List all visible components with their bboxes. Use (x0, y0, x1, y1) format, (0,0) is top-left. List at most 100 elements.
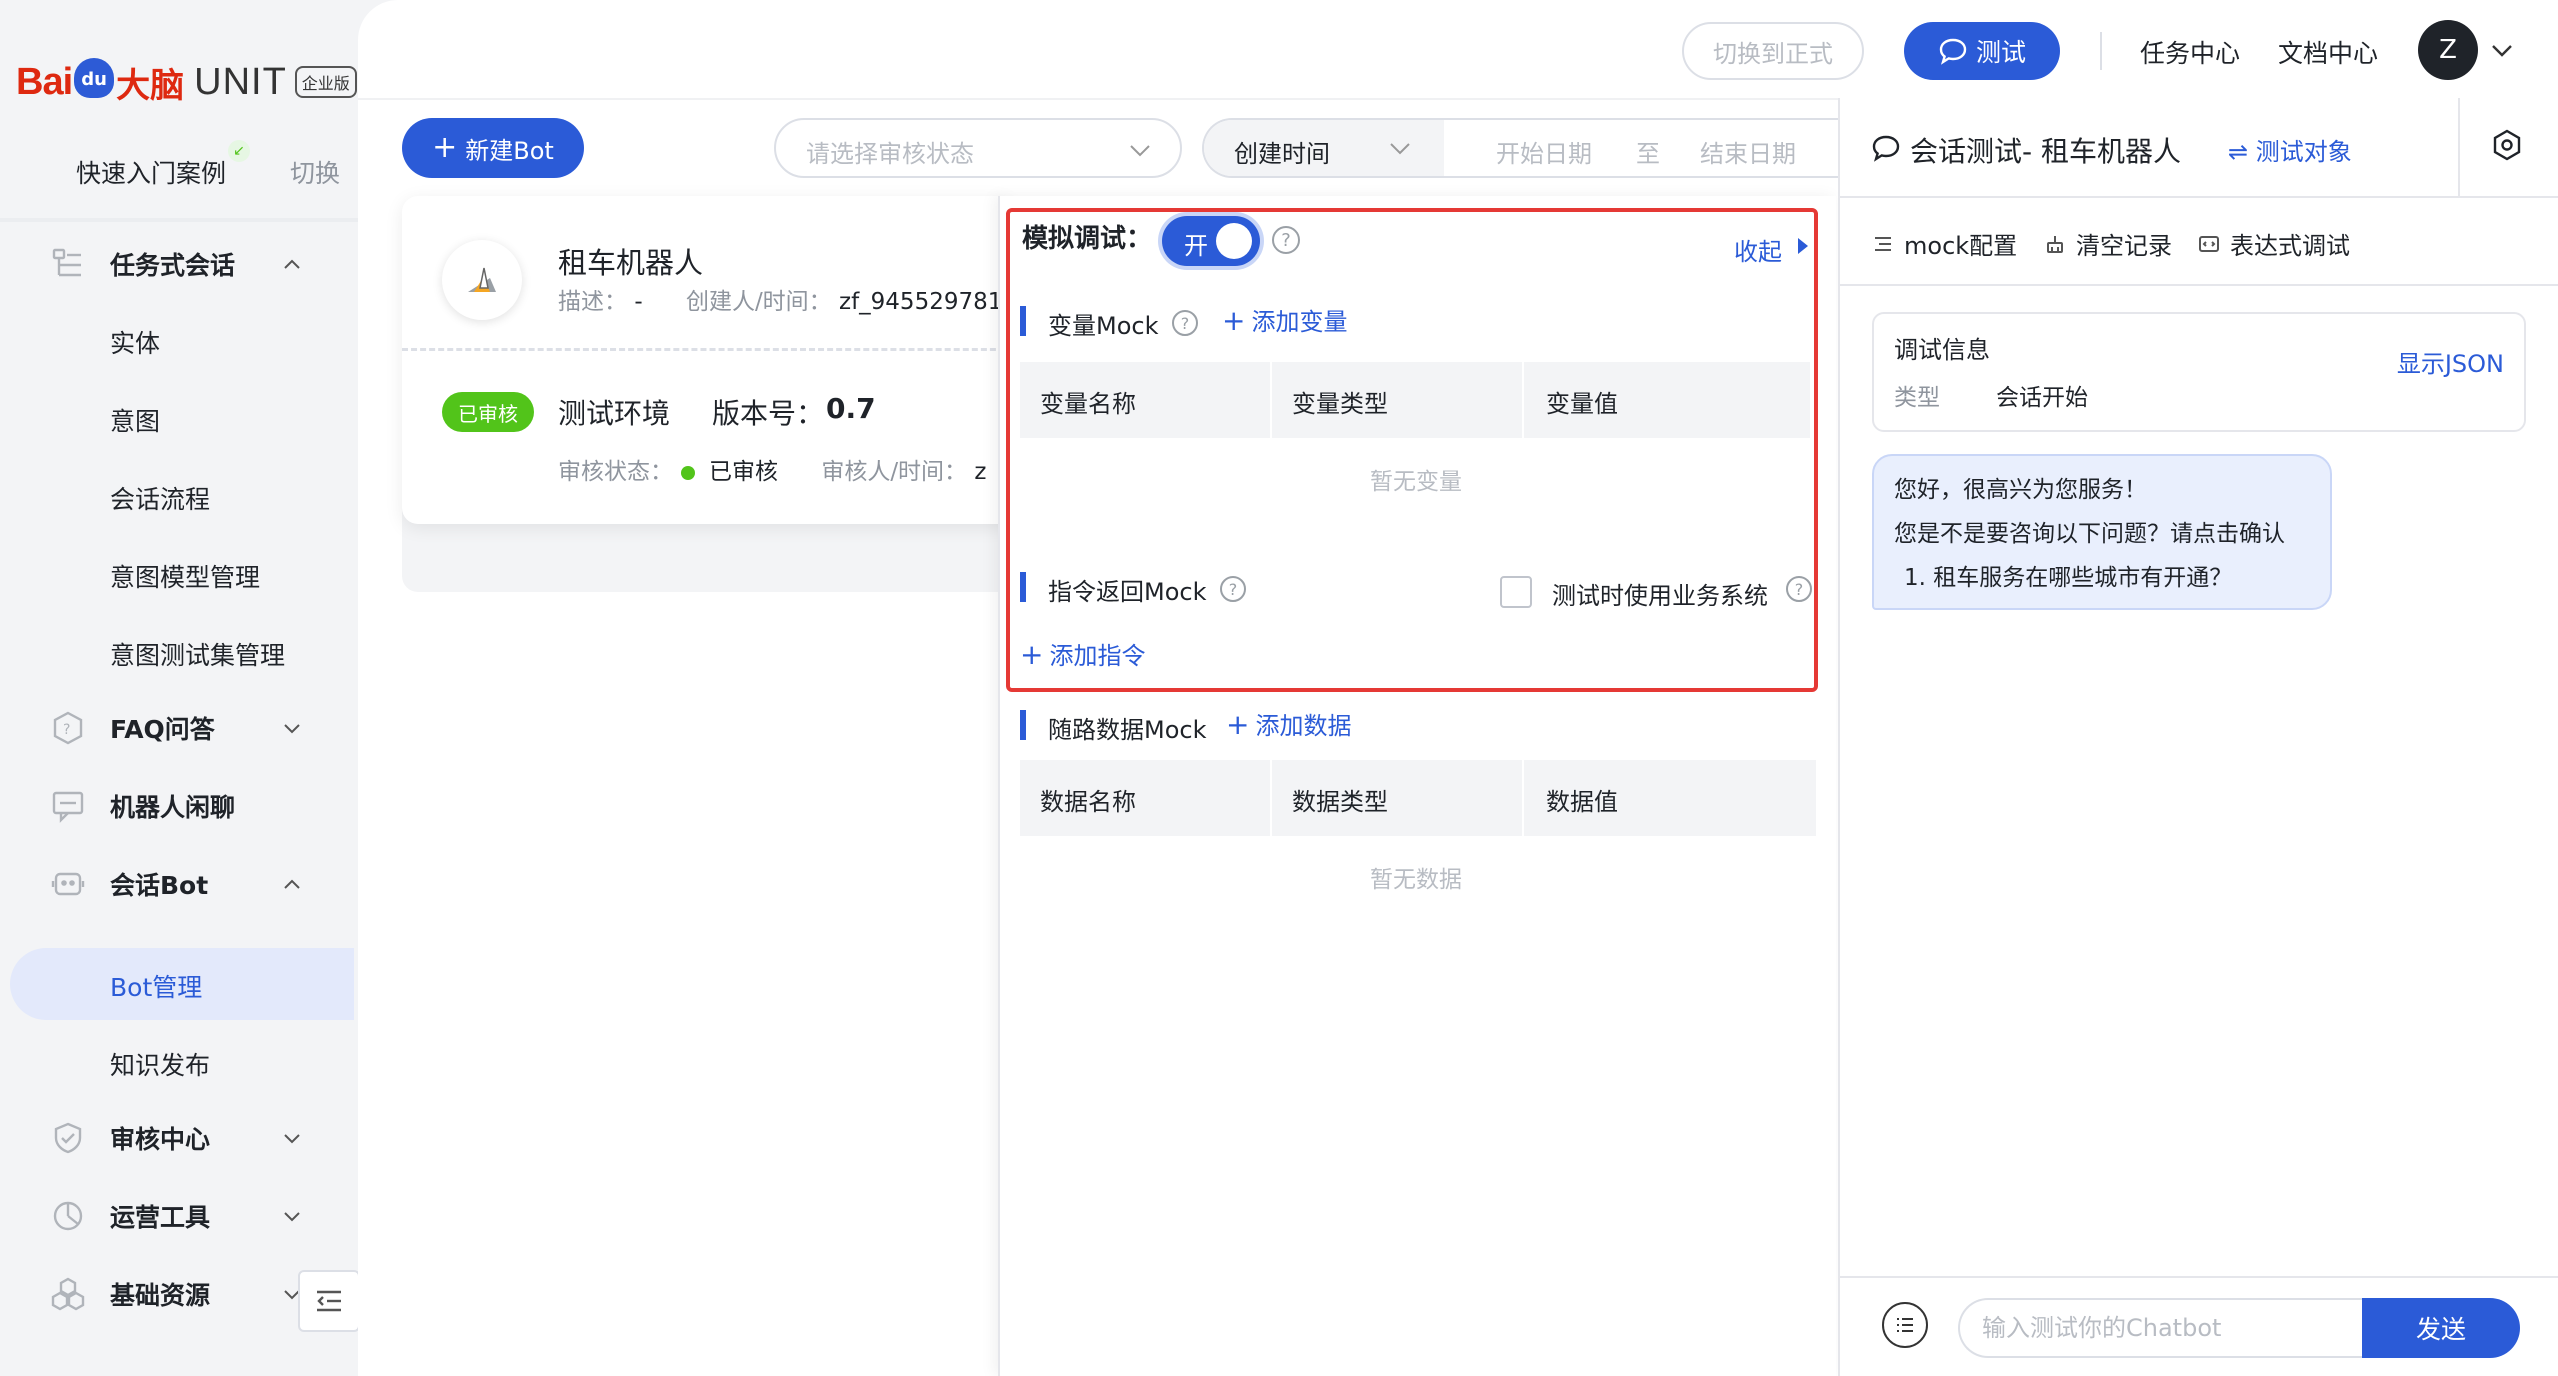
menu-intent-model[interactable]: 意图模型管理 (110, 558, 260, 594)
menu-entity[interactable]: 实体 (110, 324, 160, 360)
help-icon[interactable]: ? (1220, 576, 1246, 602)
expression-debug-button[interactable]: 表达式调试 (2198, 226, 2350, 261)
shield-icon (50, 1120, 86, 1156)
add-command-link[interactable]: + 添加指令 (1020, 636, 1145, 671)
date-range-filter: 创建时间 开始日期 至 结束日期 (1202, 118, 1842, 178)
chevron-up-icon (284, 259, 300, 269)
user-avatar[interactable]: Z (2418, 20, 2478, 80)
menu-label: 会话Bot (110, 871, 209, 900)
mock-debug-toggle[interactable]: 开 (1162, 216, 1260, 266)
card-divider (402, 348, 1014, 351)
menu-label: 运营工具 (110, 1203, 211, 1232)
section-marker (1020, 710, 1026, 740)
review-status-value: 已审核 (709, 459, 778, 485)
settings-icon[interactable] (2490, 128, 2524, 162)
end-date-input[interactable]: 结束日期 (1700, 134, 1796, 169)
menu-task-dialog[interactable]: 任务式会话 (0, 228, 344, 300)
column-header: 数据值 (1546, 788, 1618, 816)
clear-records-button[interactable]: 清空记录 (2044, 226, 2172, 261)
sort-field-label: 创建时间 (1234, 140, 1330, 168)
help-icon[interactable]: ? (1272, 226, 1300, 254)
menu-base-resources[interactable]: 基础资源 (0, 1258, 344, 1330)
menu-review-center[interactable]: 审核中心 (0, 1102, 344, 1174)
show-json-link[interactable]: 显示JSON (2397, 344, 2504, 379)
sidebar-collapse-button[interactable] (298, 1270, 360, 1332)
status-dot (681, 465, 695, 480)
collapse-link[interactable]: 收起 (1734, 232, 1782, 267)
code-box-icon (2199, 235, 2219, 252)
clear-records-label: 清空记录 (2076, 232, 2172, 260)
toggle-knob (1216, 223, 1252, 259)
menu-chitchat[interactable]: 机器人闲聊 (0, 770, 344, 842)
highlight-box (1006, 208, 1818, 692)
new-arrow-icon: ↙ (228, 140, 250, 162)
panel-divider (1838, 196, 2558, 198)
start-date-input[interactable]: 开始日期 (1496, 134, 1592, 169)
menu-faq[interactable]: ? FAQ问答 (0, 692, 344, 764)
data-table-header: 数据名称 数据类型 数据值 (1020, 760, 1816, 836)
bot-card[interactable]: 租车机器人 描述： - 创建人/时间： zf_945529781, 已审核 测试… (402, 196, 1014, 524)
resource-icon (50, 1276, 86, 1312)
desc-label: 描述： (558, 289, 627, 315)
new-bot-button[interactable]: + 新建Bot (402, 118, 584, 178)
review-status-line: 审核状态： 已审核 审核人/时间： z (558, 452, 986, 486)
send-button[interactable]: 发送 (2362, 1298, 2520, 1358)
menu-ops-tools[interactable]: 运营工具 (0, 1180, 344, 1252)
menu-list-icon (1897, 1318, 1913, 1332)
test-button[interactable]: 测试 (1904, 22, 2060, 80)
chevron-down-icon (1390, 143, 1410, 155)
plus-icon: + (1222, 304, 1246, 337)
chevron-up-icon (284, 879, 300, 889)
menu-knowledge-publish[interactable]: 知识发布 (110, 1046, 210, 1082)
quick-start-link[interactable]: 快速入门案例 (76, 154, 226, 190)
chat-input[interactable] (1982, 1314, 2352, 1342)
quick-menu-button[interactable] (1882, 1302, 1928, 1348)
use-business-system-checkbox[interactable] (1500, 576, 1532, 608)
debug-info-title: 调试信息 (1894, 336, 1990, 364)
chevron-down-icon (284, 1134, 300, 1144)
chevron-down-icon (284, 724, 300, 734)
dialog-test-title: 会话测试- 租车机器人 (1910, 135, 2182, 168)
menu-dialog-flow[interactable]: 会话流程 (110, 480, 210, 516)
menu-bot-management[interactable]: Bot管理 (110, 968, 202, 1004)
add-variable-label: 添加变量 (1251, 308, 1348, 336)
new-bot-label: 新建Bot (465, 136, 554, 165)
plus-icon: + (1020, 638, 1044, 671)
variable-table-header: 变量名称 变量类型 变量值 (1020, 362, 1810, 438)
task-center-link[interactable]: 任务中心 (2140, 34, 2240, 70)
mock-config-button[interactable]: mock配置 (1872, 226, 2017, 261)
use-business-system-label[interactable]: 测试时使用业务系统 (1552, 576, 1768, 611)
switch-to-production-button[interactable]: 切换到正式 (1682, 22, 1864, 80)
bot-message-bubble: 您好，很高兴为您服务！ 您是不是要咨询以下问题？请点击确认 1. 租车服务在哪些… (1872, 454, 2332, 610)
topbar-separator (2100, 32, 2102, 70)
chevron-down-icon[interactable] (2490, 38, 2514, 62)
menu-intent-testset[interactable]: 意图测试集管理 (110, 636, 285, 672)
chevron-down-icon (284, 1212, 300, 1222)
suggested-question-link[interactable]: 1. 租车服务在哪些城市有开通？ (1904, 558, 2232, 592)
info-type-label: 类型 (1894, 385, 1940, 411)
column-separator (1522, 760, 1524, 836)
menu-intent[interactable]: 意图 (110, 402, 160, 438)
mock-debug-title: 模拟调试： (1022, 224, 1153, 254)
switch-test-target-link[interactable]: ⇌ 测试对象 (2228, 132, 2352, 167)
baidu-unit-logo[interactable]: Bai du 大脑 UNIT 企业版 (16, 52, 357, 112)
add-variable-link[interactable]: + 添加变量 (1222, 302, 1347, 337)
version-label: 版本号： (712, 397, 825, 430)
review-status-select[interactable]: 请选择审核状态 (774, 118, 1182, 178)
help-icon[interactable]: ? (1172, 310, 1198, 336)
doc-center-link[interactable]: 文档中心 (2278, 34, 2378, 70)
help-icon[interactable]: ? (1786, 576, 1812, 602)
edition-badge: 企业版 (294, 66, 357, 98)
chat-bubble-icon (1872, 135, 1900, 162)
caret-right-icon[interactable] (1798, 238, 1808, 254)
menu-label: 基础资源 (110, 1281, 211, 1310)
swap-icon: ⇌ (2228, 138, 2249, 166)
toggle-label: 开 (1184, 232, 1208, 260)
plus-icon: + (432, 130, 458, 165)
variable-mock-title: 变量Mock (1048, 312, 1159, 340)
add-data-link[interactable]: + 添加数据 (1226, 706, 1351, 741)
switch-link[interactable]: 切换 (290, 154, 340, 190)
menu-dialog-bot[interactable]: 会话Bot (0, 848, 344, 920)
bot-name[interactable]: 租车机器人 (558, 240, 703, 282)
column-header: 数据类型 (1292, 788, 1388, 816)
